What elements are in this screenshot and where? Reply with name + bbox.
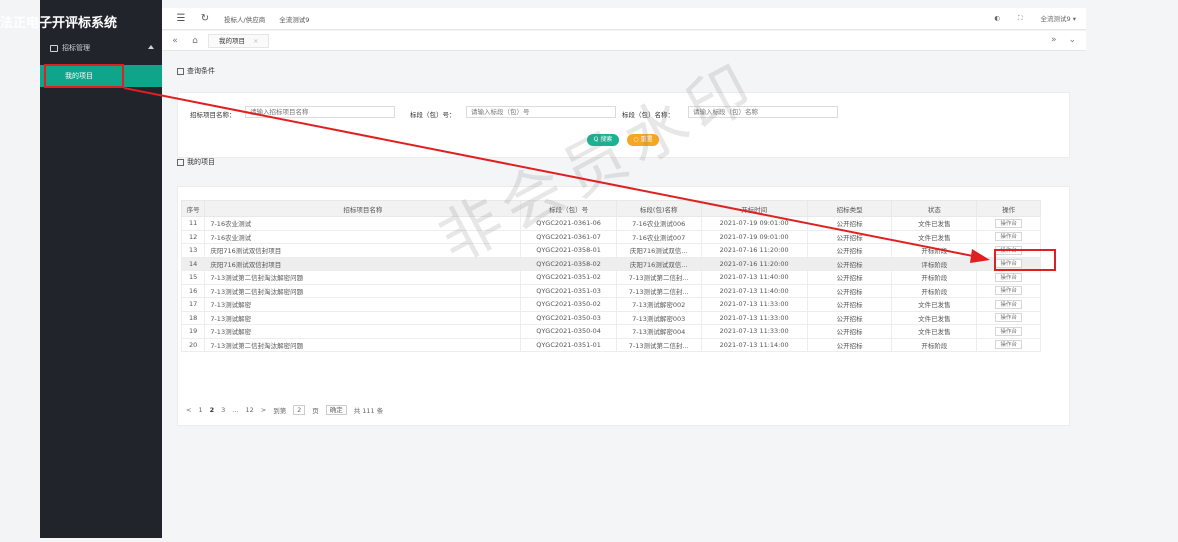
annotation-arrow [123, 87, 990, 263]
